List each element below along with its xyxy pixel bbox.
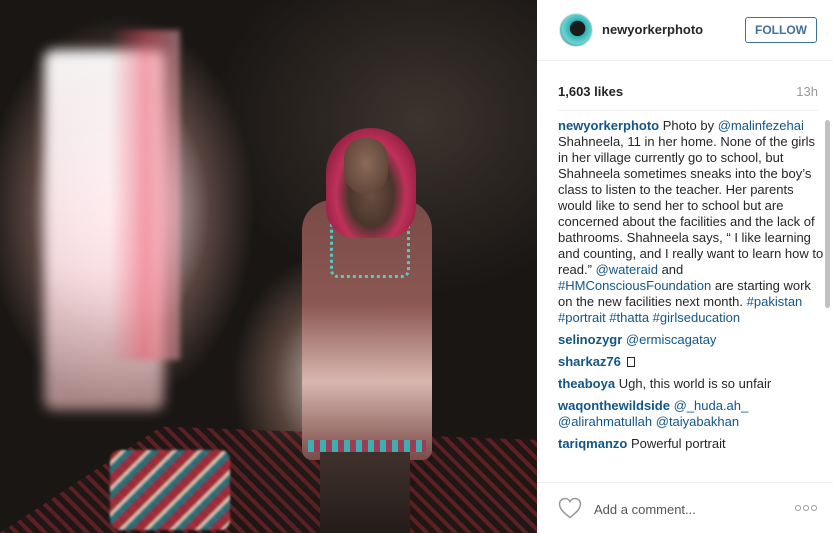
unsupported-emoji-icon (626, 357, 635, 367)
list-item: tariqmanzo Powerful portrait (558, 436, 826, 452)
photo-curtain (110, 30, 180, 360)
comment-username[interactable]: selinozygr (558, 332, 622, 347)
dot (795, 505, 801, 511)
comment-footer (537, 482, 833, 533)
dot (811, 505, 817, 511)
caption-hashtag[interactable]: #HMConsciousFoundation (558, 278, 711, 293)
post-side-panel: newyorkerphoto FOLLOW 1,603 likes 13h ne… (537, 0, 833, 533)
caption-username[interactable]: newyorkerphoto (558, 118, 659, 133)
likes-count[interactable]: 1,603 likes (558, 84, 623, 99)
post-header: newyorkerphoto FOLLOW (537, 0, 833, 61)
caption-text: and (661, 262, 684, 277)
divider (558, 110, 818, 111)
photo-girl-hem (308, 440, 426, 452)
post-username[interactable]: newyorkerphoto (602, 22, 703, 37)
add-comment-input[interactable] (594, 499, 784, 519)
comment-username[interactable]: tariqmanzo (558, 436, 627, 451)
photo-girl-legs (320, 452, 410, 533)
photo-pillow (110, 450, 230, 530)
likes-row: 1,603 likes 13h (558, 84, 818, 102)
list-item: sharkaz76 (558, 354, 826, 370)
caption-mention[interactable]: @wateraid (596, 262, 658, 277)
comment-username[interactable]: sharkaz76 (558, 354, 621, 369)
photo-girl-face (344, 138, 388, 194)
post-photo[interactable] (0, 0, 537, 533)
caption-text: Shahneela, 11 in her home. None of the g… (558, 134, 824, 277)
comment-username[interactable]: waqonthewildside (558, 398, 670, 413)
scrollbar-thumb[interactable] (825, 120, 830, 308)
more-options-icon[interactable] (795, 500, 819, 516)
post-age[interactable]: 13h (796, 84, 818, 99)
caption-text: Photo by (662, 118, 715, 133)
list-item: waqonthewildside @_huda.ah_ @alirahmatul… (558, 398, 826, 430)
comment-scrollbar[interactable] (825, 120, 830, 480)
list-item: selinozygr @ermiscagatay (558, 332, 826, 348)
list-item: theaboya Ugh, this world is so unfair (558, 376, 826, 392)
comment-username[interactable]: theaboya (558, 376, 615, 391)
dot (803, 505, 809, 511)
comment-mentions[interactable]: @ermiscagatay (626, 332, 717, 347)
comment-text: Powerful portrait (630, 436, 726, 451)
avatar[interactable] (559, 13, 593, 47)
comment-list[interactable]: newyorkerphoto Photo by @malinfezehai Sh… (558, 118, 826, 480)
caption: newyorkerphoto Photo by @malinfezehai Sh… (558, 118, 826, 326)
follow-button[interactable]: FOLLOW (745, 17, 817, 43)
heart-icon[interactable] (558, 497, 582, 519)
comment-text: Ugh, this world is so unfair (618, 376, 772, 391)
caption-mention[interactable]: @malinfezehai (718, 118, 804, 133)
